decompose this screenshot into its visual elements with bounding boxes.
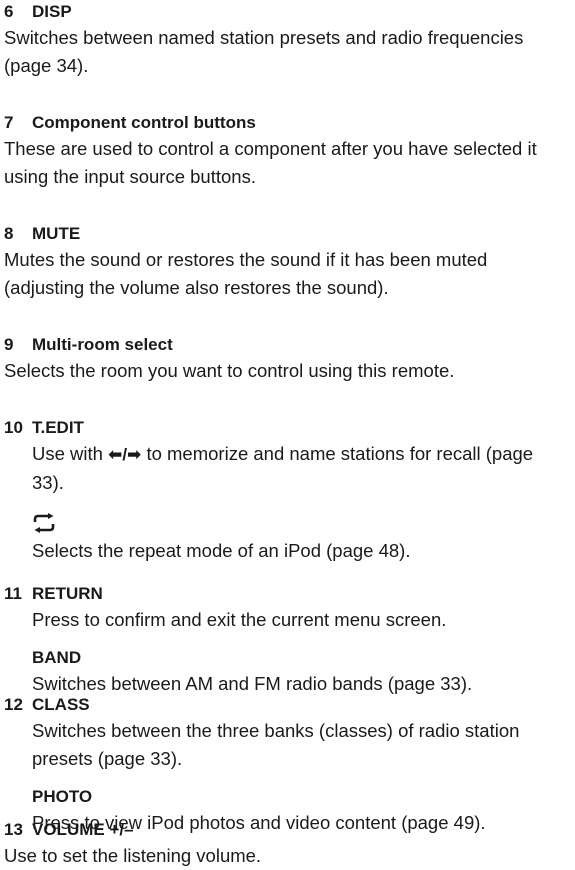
entry-mute: 8 MUTE Mutes the sound or restores the s… — [4, 222, 569, 302]
entry-title: CLASS — [32, 695, 90, 714]
entry-number: 6 — [4, 2, 14, 21]
sub-entry-title: PHOTO — [32, 787, 93, 806]
entry-volume: 13 VOLUME +/– Use to set the listening v… — [4, 818, 569, 870]
entry-title: VOLUME +/– — [32, 820, 134, 839]
entry-text: Switches between the three banks (classe… — [32, 720, 520, 769]
entry-return: 11 RETURN Press to confirm and exit the … — [4, 582, 569, 698]
entry-text: Mutes the sound or restores the sound if… — [4, 249, 488, 298]
sub-entry-title: BAND — [32, 648, 82, 667]
entry-text-before: Use with — [32, 443, 103, 464]
entry-text: Use to set the listening volume. — [4, 845, 262, 866]
repeat-icon — [32, 511, 569, 537]
entry-text: Use with ⬅/➡ to memorize and name statio… — [4, 440, 569, 497]
entry-title: Component control buttons — [32, 113, 256, 132]
entry-number: 7 — [4, 113, 14, 132]
entry-text: Press to confirm and exit the current me… — [32, 609, 447, 630]
entry-component-control: 7 Component control buttons These are us… — [4, 111, 569, 191]
entry-title: Multi-room select — [32, 335, 173, 354]
sub-entry-band: BAND Switches between AM and FM radio ba… — [4, 646, 569, 698]
entry-text: Selects the room you want to control usi… — [4, 360, 455, 381]
entry-number: 11 — [4, 584, 22, 603]
entry-title: RETURN — [32, 584, 103, 603]
entry-title: DISP — [32, 2, 72, 21]
entry-number: 13 — [4, 820, 23, 839]
entry-t-edit: 10 T.EDIT Use with ⬅/➡ to memorize and n… — [4, 416, 569, 565]
entry-number: 12 — [4, 695, 23, 714]
entry-number: 8 — [4, 224, 14, 243]
entry-multi-room-select: 9 Multi-room select Selects the room you… — [4, 333, 569, 385]
entry-text: These are used to control a component af… — [4, 138, 537, 187]
entry-number: 9 — [4, 335, 14, 354]
entry-disp: 6 DISP Switches between named station pr… — [4, 0, 569, 80]
entry-title: T.EDIT — [32, 418, 84, 437]
entry-title: MUTE — [32, 224, 81, 243]
entry-number: 10 — [4, 418, 23, 437]
sub-entry-text: Selects the repeat mode of an iPod (page… — [32, 540, 411, 561]
entry-class: 12 CLASS Switches between the three bank… — [4, 693, 569, 837]
entry-text: Switches between named station presets a… — [4, 27, 524, 76]
left-right-arrows-icon: ⬅/➡ — [108, 445, 142, 464]
sub-entry-repeat: Selects the repeat mode of an iPod (page… — [4, 511, 569, 565]
